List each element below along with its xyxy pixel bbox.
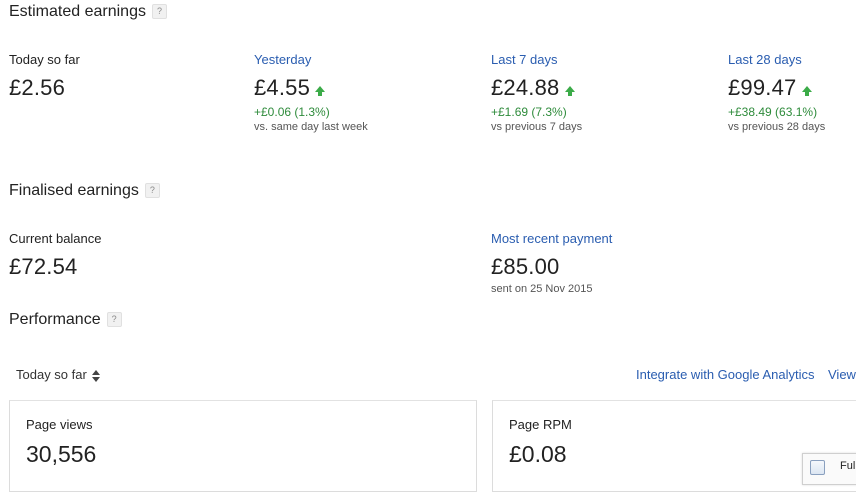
performance-title: Performance? xyxy=(9,311,122,329)
stat-yesterday[interactable]: Yesterday £4.55 +£0.06 (1.3%) vs. same d… xyxy=(254,52,368,133)
finalised-earnings-title: Finalised earnings? xyxy=(9,182,160,200)
stat-delta: +£1.69 (7.3%) xyxy=(491,105,567,119)
up-arrow-icon xyxy=(315,86,326,96)
payment-value: £85.00 xyxy=(491,254,560,279)
up-arrow-icon xyxy=(801,86,812,96)
floating-toggle-panel: Ful xyxy=(802,453,856,485)
stat-note: vs previous 7 days xyxy=(491,121,583,133)
help-icon[interactable]: ? xyxy=(151,4,167,19)
stat-value: £2.56 xyxy=(9,75,66,100)
balance-value: £72.54 xyxy=(9,254,78,279)
payment-label[interactable]: Most recent payment xyxy=(491,231,612,246)
card-value: £0.08 xyxy=(509,441,567,467)
most-recent-payment[interactable]: Most recent payment £85.00 sent on 25 No… xyxy=(491,231,612,295)
help-icon[interactable]: ? xyxy=(106,312,122,327)
stat-last-28-days[interactable]: Last 28 days £99.47 +£38.49 (63.1%) vs p… xyxy=(728,52,825,133)
stat-value: £4.55 xyxy=(254,75,311,100)
finalised-earnings-heading: Finalised earnings xyxy=(9,182,139,199)
view-link[interactable]: View xyxy=(828,367,856,382)
estimated-earnings-title: Estimated earnings? xyxy=(9,3,167,21)
stat-value: £99.47 xyxy=(728,75,797,100)
integrate-analytics-link[interactable]: Integrate with Google Analytics xyxy=(636,367,815,382)
card-value: 30,556 xyxy=(26,441,97,467)
date-range-label: Today so far xyxy=(16,367,87,382)
stat-label: Today so far xyxy=(9,52,80,67)
sort-arrows-icon xyxy=(91,369,100,382)
stat-label[interactable]: Last 7 days xyxy=(491,52,582,67)
balance-label: Current balance xyxy=(9,231,102,246)
help-icon[interactable]: ? xyxy=(144,183,160,198)
performance-heading: Performance xyxy=(9,311,101,328)
stat-today: Today so far £2.56 xyxy=(9,52,80,101)
checkbox[interactable] xyxy=(810,460,825,475)
page-views-card: Page views 30,556 xyxy=(9,400,477,492)
stat-value: £24.88 xyxy=(491,75,560,100)
up-arrow-icon xyxy=(564,86,575,96)
payment-note: sent on 25 Nov 2015 xyxy=(491,283,593,295)
stat-label[interactable]: Last 28 days xyxy=(728,52,825,67)
stat-note: vs. same day last week xyxy=(254,121,368,133)
card-label: Page views xyxy=(26,417,93,432)
date-range-dropdown[interactable]: Today so far xyxy=(16,367,100,382)
estimated-earnings-heading: Estimated earnings xyxy=(9,3,146,20)
card-label: Page RPM xyxy=(509,417,572,432)
stat-label[interactable]: Yesterday xyxy=(254,52,368,67)
stat-last-7-days[interactable]: Last 7 days £24.88 +£1.69 (7.3%) vs prev… xyxy=(491,52,582,133)
stat-delta: +£38.49 (63.1%) xyxy=(728,105,818,119)
toggle-label: Ful xyxy=(840,460,856,472)
stat-delta: +£0.06 (1.3%) xyxy=(254,105,330,119)
stat-note: vs previous 28 days xyxy=(728,121,826,133)
current-balance: Current balance £72.54 xyxy=(9,231,102,280)
